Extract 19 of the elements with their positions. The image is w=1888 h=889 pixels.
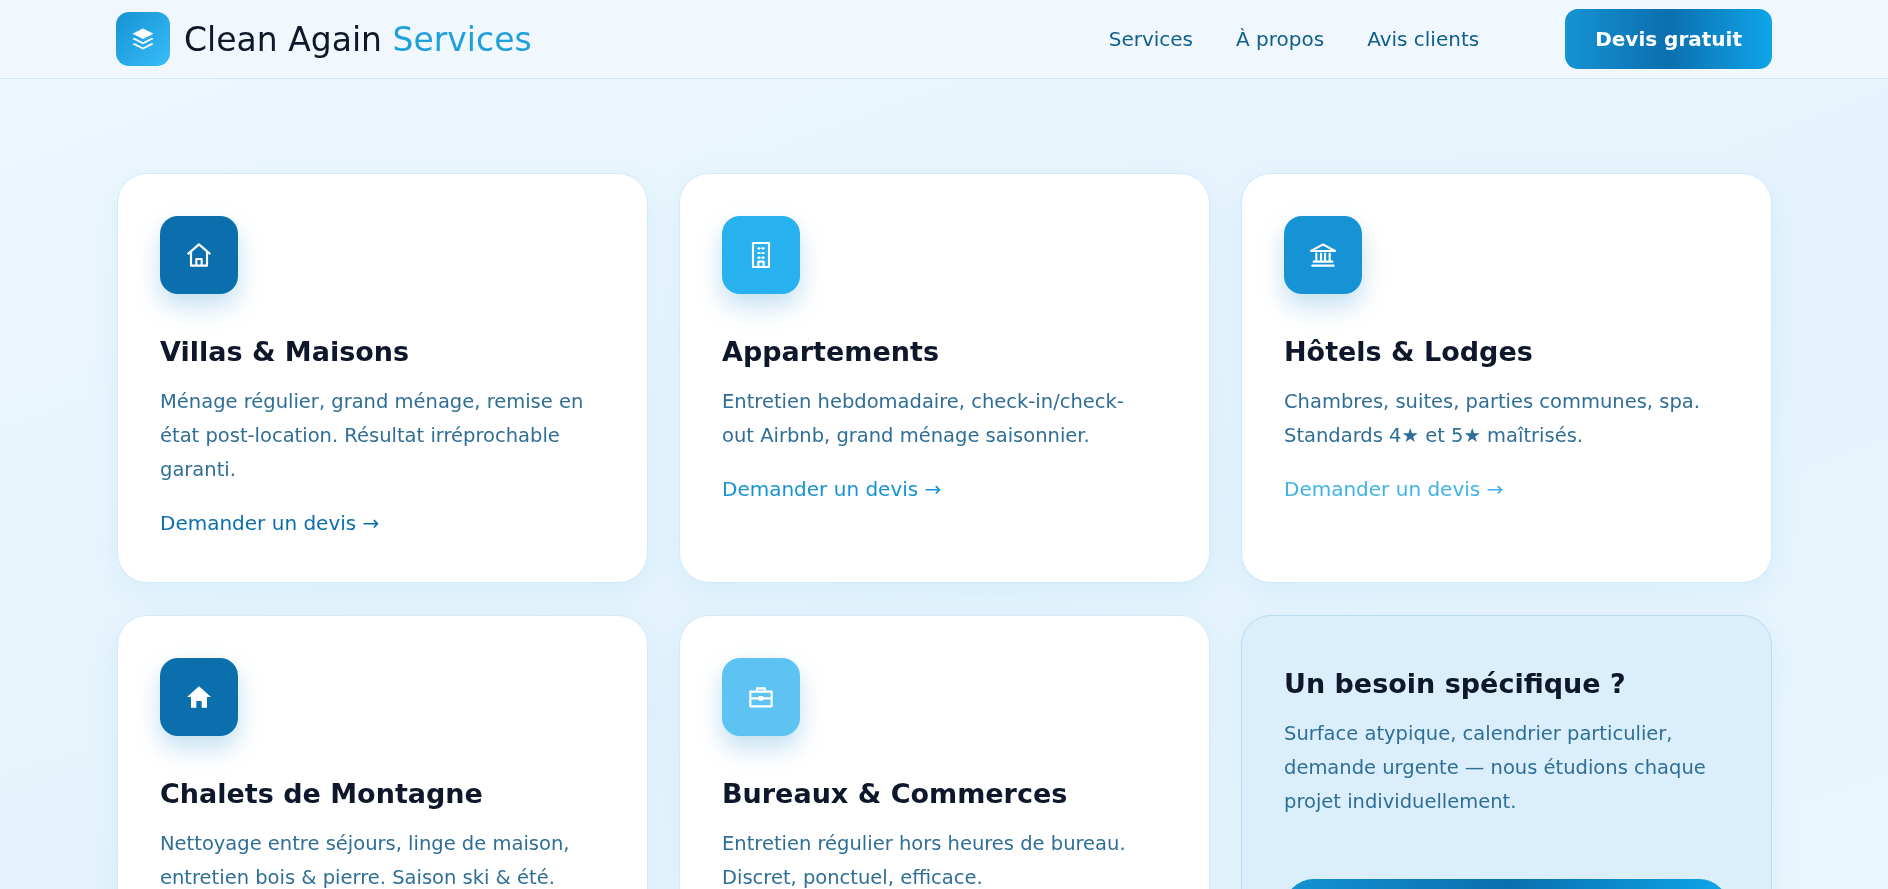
card-title: Appartements [722, 336, 940, 367]
quote-link[interactable]: Demander un devis → [722, 477, 942, 501]
card-title: Hôtels & Lodges [1284, 336, 1534, 367]
card-description: Entretien régulier hors heures de bureau. Discret, ponctuel, efficace. [722, 831, 1127, 889]
card-description: Surface atypique, calendrier particulier, demande urgente — nous étudions chaque projet individuellement. [1284, 721, 1707, 815]
nav-link[interactable]: Services [1108, 27, 1194, 51]
nav-link[interactable]: À propos [1236, 27, 1325, 51]
quote-link[interactable]: Demander un devis → [160, 511, 380, 535]
card-description: Nettoyage entre séjours, linge de maison, entretien bois & pierre. Saison ski & été. [160, 831, 571, 889]
card-title: Chalets de Montagne [160, 778, 484, 809]
nav-link[interactable]: Avis clients [1367, 27, 1480, 51]
card-description: Entretien hebdomadaire, check-in/check-out Airbnb, grand ménage saisonnier. [722, 389, 1125, 449]
card-title: Bureaux & Commerces [722, 778, 1069, 809]
card-title: Un besoin spécifique ? [1284, 668, 1627, 699]
quote-button[interactable]: Devis gratuit [1565, 9, 1772, 69]
card-title: Villas & Maisons [160, 336, 411, 367]
brand-name: Clean Again Services [184, 19, 532, 59]
card-description: Ménage régulier, grand ménage, remise en état post-location. Résultat irréprochable garanti. [160, 389, 585, 483]
card-description: Chambres, suites, parties communes, spa. Standards 4★ et 5★ maîtrisés. [1284, 389, 1701, 449]
